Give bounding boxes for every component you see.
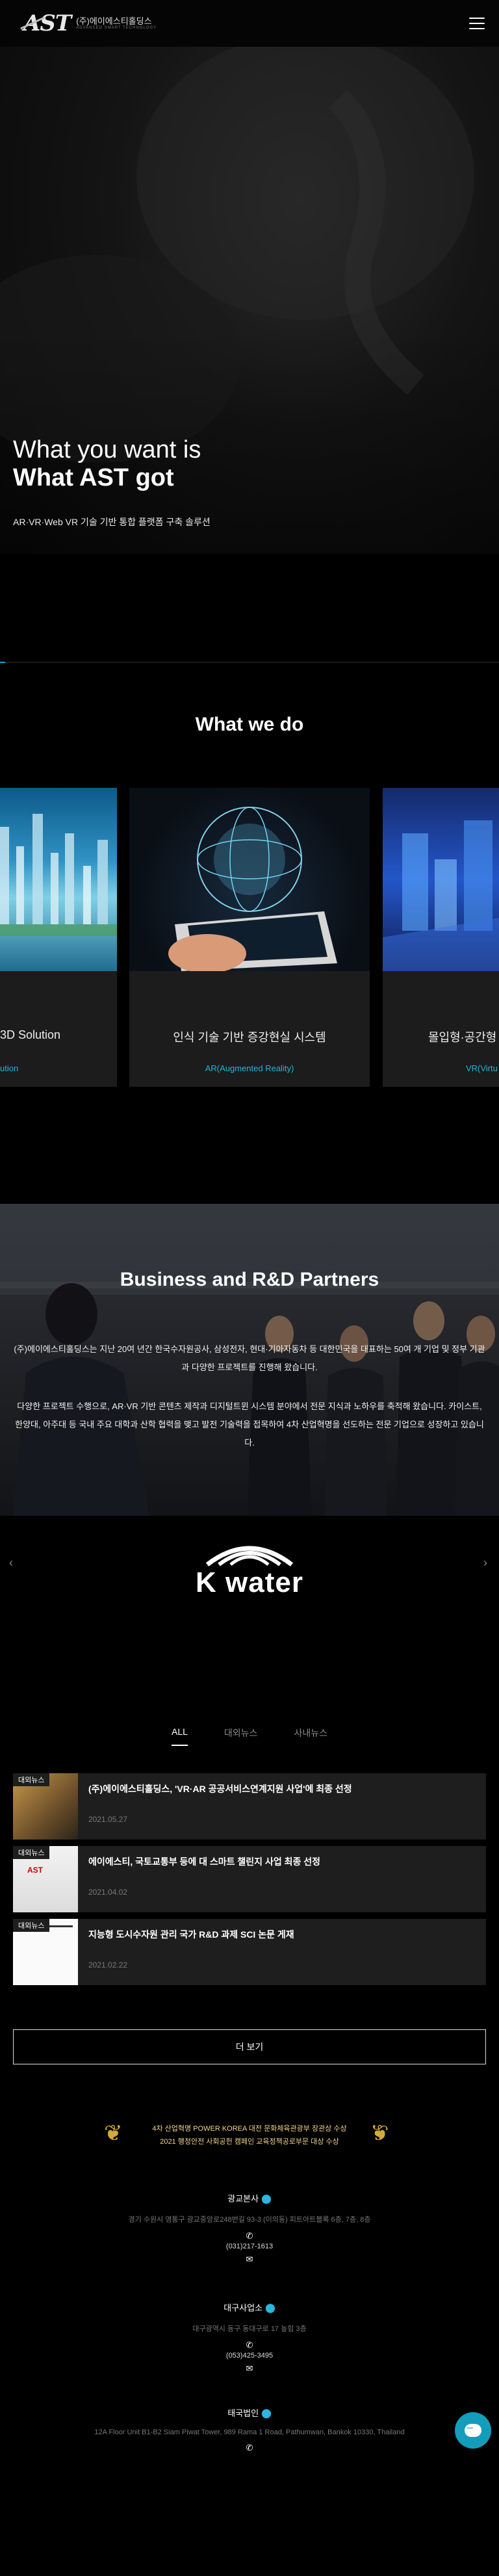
hero-slider-progress-fill bbox=[0, 662, 5, 663]
business-partners-section: Business and R&D Partners (주)에이에스티홀딩스는 지… bbox=[0, 1204, 499, 1516]
site-logo[interactable]: AST (주)에이에스티홀딩스 ADVANCED SMART TECHNOLOG… bbox=[23, 10, 157, 36]
news-title[interactable]: 지능형 도시수자원 관리 국가 R&D 과제 SCI 논문 게재 bbox=[88, 1928, 294, 1941]
news-date: 2021.04.02 bbox=[88, 1888, 128, 1897]
chat-button[interactable] bbox=[455, 2412, 491, 2449]
news-badge: 대외뉴스 bbox=[13, 1919, 50, 1932]
news-title[interactable]: 에이에스티, 국토교통부 등에 대 스마트 챌린지 사업 최종 선정 bbox=[88, 1855, 320, 1868]
mail-icon[interactable]: ✉ bbox=[0, 2363, 499, 2374]
office-address: 대구광역시 동구 동대구로 17 높힘 3층 bbox=[192, 2325, 307, 2333]
site-header: AST (주)에이에스티홀딩스 ADVANCED SMART TECHNOLOG… bbox=[0, 0, 499, 47]
logo-text: (주)에이에스티홀딩스 ADVANCED SMART TECHNOLOGY bbox=[76, 16, 157, 31]
tab-internal-news[interactable]: 사내뉴스 bbox=[294, 1726, 327, 1746]
news-title[interactable]: (주)에이에스티홀딩스, 'VR·AR 공공서비스연계지원 사업'에 최종 선정 bbox=[88, 1782, 352, 1795]
menu-icon[interactable] bbox=[469, 18, 485, 29]
awards: ❦ 4차 산업혁명 POWER KOREA 대전 문화체육관광부 장관상 수상 … bbox=[0, 2118, 499, 2150]
hero-headline-1: What you want is bbox=[13, 436, 201, 463]
more-button[interactable]: 더 보기 bbox=[13, 2029, 486, 2064]
office-phone[interactable]: (031)217-1613 bbox=[0, 2243, 499, 2250]
news-date: 2021.05.27 bbox=[88, 1815, 128, 1824]
office-phone[interactable]: (053)425-3495 bbox=[0, 2352, 499, 2360]
news-item[interactable]: 대외뉴스 지능형 도시수자원 관리 국가 R&D 과제 SCI 논문 게재 20… bbox=[13, 1919, 486, 1985]
business-paragraph: 다양한 프로젝트 수행으로, AR·VR 기반 콘텐츠 제작과 디지털트윈 시스… bbox=[15, 1401, 484, 1448]
service-card[interactable]: 몰입형·공간형 VR(Virtu bbox=[383, 788, 499, 1087]
mail-icon[interactable]: ✉ bbox=[0, 2254, 499, 2265]
partner-logo: K water bbox=[0, 1539, 499, 1599]
phone-icon: ✆ bbox=[246, 2340, 253, 2350]
office-name: 태국법인 bbox=[227, 2408, 259, 2418]
service-card-title: 인식 기술 기반 증강현실 시스템 bbox=[173, 1031, 326, 1044]
news-date: 2021.02.22 bbox=[88, 1960, 128, 1970]
news-badge: 대외뉴스 bbox=[13, 1846, 50, 1859]
service-card[interactable]: 인식 기술 기반 증강현실 시스템 AR(Augmented Reality) bbox=[129, 788, 370, 1087]
hero-description: AR·VR·Web VR 기술 기반 통합 플랫폼 구축 솔루션 bbox=[13, 517, 211, 528]
logo-subtitle: ADVANCED SMART TECHNOLOGY bbox=[76, 25, 157, 30]
hero-headline-2: What AST got bbox=[13, 463, 174, 491]
service-card-image bbox=[383, 788, 499, 971]
business-title: Business and R&D Partners bbox=[120, 1269, 379, 1290]
news-badge: 대외뉴스 bbox=[13, 1773, 50, 1786]
partner-name: K water bbox=[196, 1567, 303, 1598]
map-pin-icon[interactable]: ⬤ bbox=[261, 2408, 272, 2418]
phone-icon: ✆ bbox=[246, 2443, 253, 2452]
service-card-image bbox=[129, 788, 370, 971]
office-info: 광교본사 ⬤ 경기 수원시 영통구 광교중앙로248번길 93-3 (이의동) 피… bbox=[0, 2192, 499, 2265]
kwater-logo-icon bbox=[205, 1546, 294, 1567]
service-card-title: 몰입형·공간형 bbox=[428, 1031, 497, 1044]
business-paragraph: (주)에이에스티홀딩스는 지난 20여 년간 한국수자원공사, 삼성전자, 현대… bbox=[14, 1344, 485, 1372]
award-line: 2021 행정안전 사회공헌 캠페인 교육정책공로부문 대상 수상 bbox=[160, 2138, 339, 2146]
tab-all[interactable]: ALL bbox=[172, 1726, 188, 1746]
chat-icon bbox=[465, 2424, 481, 2437]
chevron-right-icon[interactable]: › bbox=[483, 1556, 487, 1570]
tab-external-news[interactable]: 대외뉴스 bbox=[224, 1726, 258, 1746]
office-info: 대구사업소 ⬤ 대구광역시 동구 동대구로 17 높힘 3층 ✆ (053)425… bbox=[0, 2301, 499, 2374]
what-we-do-title: What we do bbox=[195, 714, 304, 735]
logo-mark: AST bbox=[23, 10, 71, 36]
office-info: 태국법인 ⬤ 12A Floor Unit B1-B2 Siam Piwat To… bbox=[0, 2406, 499, 2453]
service-card-title: 3D Solution bbox=[0, 1028, 61, 1041]
news-item[interactable]: AST 대외뉴스 에이에스티, 국토교통부 등에 대 스마트 챌린지 사업 최종… bbox=[13, 1846, 486, 1912]
map-pin-icon[interactable]: ⬤ bbox=[261, 2193, 272, 2204]
office-address: 12A Floor Unit B1-B2 Siam Piwat Tower, 9… bbox=[94, 2428, 405, 2436]
office-name: 광교본사 bbox=[227, 2194, 259, 2204]
partner-logo-slider: ‹ K water › bbox=[0, 1516, 499, 1620]
award-line: 4차 산업혁명 POWER KOREA 대전 문화체육관광부 장관상 수상 bbox=[152, 2125, 347, 2133]
service-card-image bbox=[0, 788, 117, 971]
office-name: 대구사업소 bbox=[224, 2303, 263, 2313]
news-tabs: ALL 대외뉴스 사내뉴스 bbox=[0, 1726, 499, 1746]
laurel-right-icon: ❦ bbox=[370, 2121, 389, 2146]
service-card[interactable]: 3D Solution ution bbox=[0, 788, 117, 1087]
news-item[interactable]: 대외뉴스 (주)에이에스티홀딩스, 'VR·AR 공공서비스연계지원 사업'에 … bbox=[13, 1773, 486, 1840]
service-card-category: ution bbox=[0, 1063, 19, 1073]
office-address: 경기 수원시 영통구 광교중앙로248번길 93-3 (이의동) 피트아트블록 … bbox=[128, 2216, 371, 2224]
hero-text: What you want is What AST got AR·VR·Web … bbox=[13, 436, 211, 528]
map-pin-icon[interactable]: ⬤ bbox=[265, 2302, 275, 2313]
what-we-do-carousel: 3D Solution ution 인식 기술 기반 증강현실 시스템 AR(A… bbox=[0, 788, 499, 1087]
service-card-category: VR(Virtu bbox=[466, 1063, 498, 1073]
phone-icon: ✆ bbox=[246, 2231, 253, 2241]
hero-slider-progress bbox=[0, 662, 499, 663]
service-card-category: AR(Augmented Reality) bbox=[205, 1063, 294, 1073]
hero-section: What you want is What AST got AR·VR·Web … bbox=[0, 47, 499, 554]
company-name: (주)에이에스티홀딩스 bbox=[76, 16, 152, 26]
